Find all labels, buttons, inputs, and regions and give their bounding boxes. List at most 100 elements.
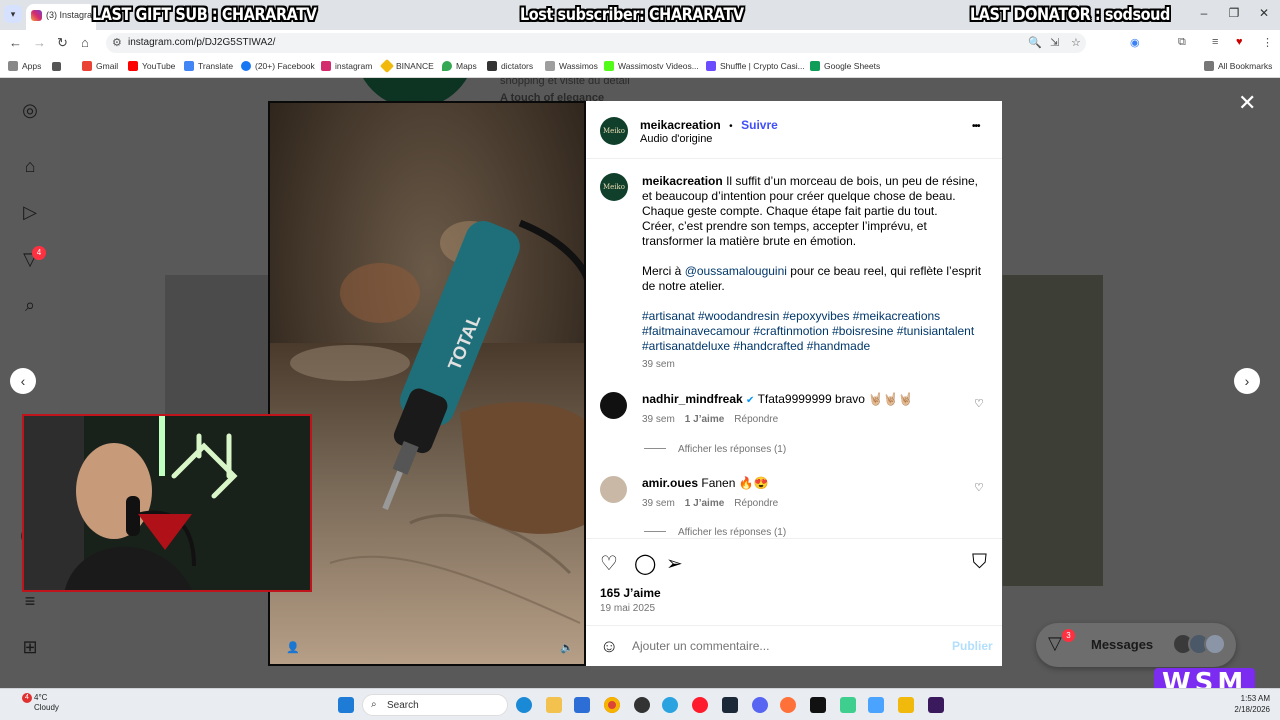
author-avatar[interactable]: Meiko <box>600 117 628 145</box>
windows-taskbar: 4 4°C Cloudy ⌕ Search 1:53 AM 2/18/2026 <box>0 688 1280 720</box>
comment-avatar[interactable] <box>600 476 627 503</box>
edge-icon[interactable] <box>516 697 532 713</box>
discord-icon[interactable] <box>752 697 768 713</box>
comment-input[interactable] <box>632 636 932 656</box>
app-icon-2[interactable] <box>868 697 884 713</box>
show-replies-button[interactable]: Afficher les réponses (1) <box>644 527 786 538</box>
bookmark-youtube[interactable]: YouTube <box>128 61 175 71</box>
star-icon[interactable]: ☆ <box>1071 36 1081 49</box>
bookmark-gmail[interactable]: Gmail <box>82 61 118 71</box>
url-field[interactable]: ⚙ instagram.com/p/DJ2G5STIWA2/ <box>106 33 1086 53</box>
bookmark-grid[interactable] <box>52 61 65 71</box>
comment-like-heart-icon[interactable]: ♡ <box>974 397 984 410</box>
extension-icon[interactable]: ◉ <box>1130 36 1140 49</box>
bookmark-facebook[interactable]: (20+) Facebook <box>241 61 315 71</box>
store-icon[interactable] <box>574 697 590 713</box>
taskbar-search-label: Search <box>387 700 419 711</box>
maximize-icon[interactable]: ❐ <box>1226 6 1242 20</box>
more-menu-icon[interactable]: ≡ <box>19 590 41 612</box>
instagram-favicon-icon <box>31 10 42 21</box>
bookmark-wassimos[interactable]: Wassimos <box>545 61 598 71</box>
system-clock[interactable]: 1:53 AM 2/18/2026 <box>1226 693 1270 715</box>
post-header: Meiko meikacreation • Suivre Audio d'ori… <box>586 101 1002 159</box>
publish-button[interactable]: Publier <box>952 639 993 653</box>
all-bookmarks[interactable]: All Bookmarks <box>1204 61 1272 71</box>
webcam-feed <box>24 416 310 590</box>
thanks-mention-link[interactable]: @oussamalouguini <box>685 264 787 278</box>
bookmark-maps[interactable]: Maps <box>442 61 477 71</box>
comment-likes[interactable]: 1 J’aime <box>685 498 724 509</box>
share-send-icon[interactable]: ➢ <box>666 551 683 576</box>
emoji-icon[interactable]: ☺ <box>600 636 618 657</box>
also-from-meta-icon[interactable]: ⊞ <box>19 636 41 658</box>
chrome-icon[interactable] <box>604 697 620 713</box>
reply-button[interactable]: Répondre <box>734 414 778 425</box>
taskbar-search[interactable]: ⌕ Search <box>362 694 508 716</box>
comment-bubble-icon[interactable]: ◯ <box>634 551 656 576</box>
messages-button[interactable]: ▽ 3 Messages <box>1036 623 1236 667</box>
follow-button[interactable]: Suivre <box>741 118 778 132</box>
minimize-icon[interactable]: – <box>1196 6 1212 20</box>
caption-avatar[interactable]: Meiko <box>600 173 628 201</box>
messages-badge: 3 <box>1062 629 1075 642</box>
reels-nav-icon[interactable]: ▷ <box>19 201 41 223</box>
forward-icon[interactable]: → <box>33 35 46 50</box>
bookmark-shuffle[interactable]: Shuffle | Crypto Casi... <box>706 61 805 71</box>
mute-icon[interactable]: 🔈 <box>560 641 574 654</box>
tab-search-button[interactable]: ▾ <box>4 5 22 23</box>
author-username[interactable]: meikacreation <box>640 118 721 132</box>
firefox-icon[interactable] <box>780 697 796 713</box>
show-replies-button[interactable]: Afficher les réponses (1) <box>644 444 786 455</box>
user-tag-icon[interactable]: 👤 <box>286 641 300 654</box>
browser-menu-icon[interactable]: ⋮ <box>1262 36 1273 49</box>
file-explorer-icon[interactable] <box>546 697 562 713</box>
close-modal-icon[interactable]: ✕ <box>1238 90 1256 116</box>
likes-count[interactable]: 165 J’aime <box>600 586 661 600</box>
home-icon[interactable]: ⌂ <box>81 35 89 50</box>
hashtags[interactable]: #artisanat #woodandresin #epoxyvibes #me… <box>642 309 974 353</box>
opera-icon[interactable] <box>692 697 708 713</box>
bookmark-apps[interactable]: Apps <box>8 61 41 71</box>
profile-icon[interactable]: ♥ <box>1236 36 1243 48</box>
next-post-arrow-icon[interactable]: › <box>1234 368 1260 394</box>
audio-label[interactable]: Audio d'origine <box>640 133 712 145</box>
like-heart-icon[interactable]: ♡ <box>600 551 618 576</box>
zoom-icon[interactable]: 🔍 <box>1028 36 1042 49</box>
capcut-icon[interactable] <box>810 697 826 713</box>
comment-avatar[interactable] <box>600 392 627 419</box>
bookmark-google-sheets[interactable]: Google Sheets <box>810 61 880 71</box>
search-nav-icon[interactable]: ⌕ <box>19 294 41 316</box>
windows-start-icon[interactable] <box>338 697 354 713</box>
tab-menu-icon[interactable]: ≡ <box>1212 36 1218 48</box>
comment-like-heart-icon[interactable]: ♡ <box>974 481 984 494</box>
bookmark-instagram[interactable]: instagram <box>321 61 372 71</box>
close-window-icon[interactable]: ✕ <box>1256 6 1272 20</box>
install-icon[interactable]: ⇲ <box>1050 36 1059 49</box>
reel-video[interactable]: TOTAL 👤 🔈 <box>268 101 586 666</box>
back-icon[interactable]: ← <box>9 35 22 50</box>
extensions-puzzle-icon[interactable]: ⧉ <box>1178 36 1186 49</box>
caption-username[interactable]: meikacreation <box>642 174 723 188</box>
binance-taskbar-icon[interactable] <box>898 697 914 713</box>
reload-icon[interactable]: ↻ <box>57 35 68 51</box>
browser-tab[interactable]: (3) Instagram <box>26 4 96 30</box>
steam-icon[interactable] <box>722 697 738 713</box>
bookmark-dictators[interactable]: dictators <box>487 61 533 71</box>
nexxt-icon[interactable] <box>928 697 944 713</box>
comment-likes[interactable]: 1 J’aime <box>685 414 724 425</box>
bookmark-binance[interactable]: BINANCE <box>379 58 434 74</box>
app-icon[interactable] <box>840 697 856 713</box>
previous-post-arrow-icon[interactable]: ‹ <box>10 368 36 394</box>
telegram-icon[interactable] <box>662 697 678 713</box>
site-info-icon[interactable]: ⚙ <box>112 36 122 49</box>
bookmark-wassimostv[interactable]: Wassimostv Videos... <box>604 61 699 71</box>
instagram-logo-icon[interactable]: ◎ <box>19 99 41 121</box>
bookmark-translate[interactable]: Translate <box>184 61 233 71</box>
more-options-icon[interactable]: ••• <box>972 121 980 132</box>
comment-text: amir.oues Fanen 🔥😍 <box>642 476 769 490</box>
home-nav-icon[interactable]: ⌂ <box>19 155 41 177</box>
obs-icon[interactable] <box>634 697 650 713</box>
reply-button[interactable]: Répondre <box>734 498 778 509</box>
save-bookmark-icon[interactable]: ⛉ <box>972 551 987 574</box>
weather-widget[interactable]: 4 4°C Cloudy <box>10 693 59 713</box>
